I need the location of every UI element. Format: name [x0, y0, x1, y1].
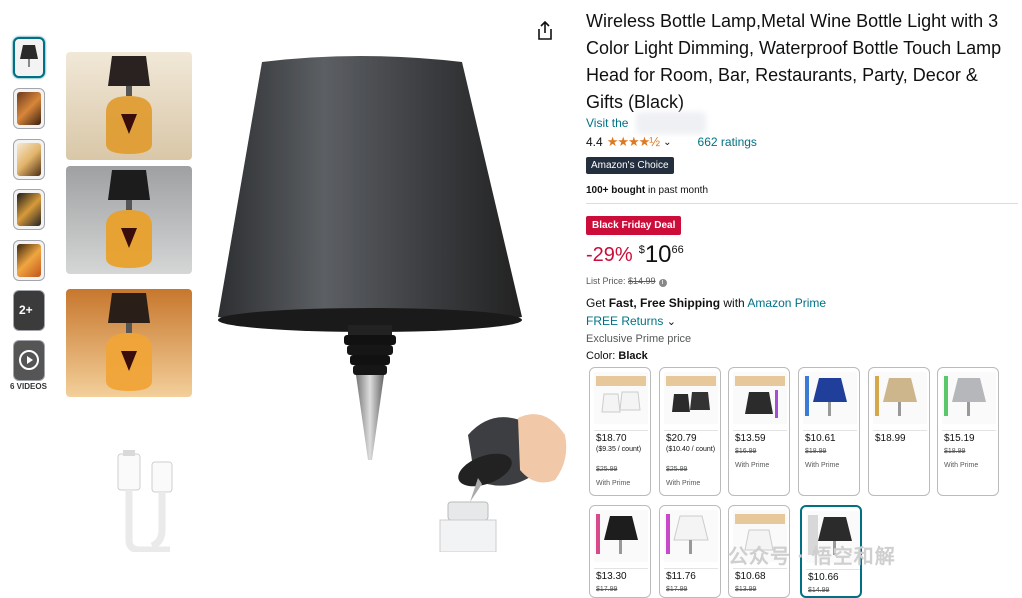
swatch-was-price: $18.99 — [805, 448, 827, 455]
shipping-line: Get Fast, Free Shipping with Amazon Prim… — [586, 296, 826, 310]
swatch-price: $13.30 — [596, 571, 627, 582]
swatch-was-price: $17.99 — [596, 586, 618, 593]
swatch-price: $10.61 — [805, 433, 836, 444]
usb-cable-image — [100, 450, 190, 554]
discount-percent: -29% — [586, 244, 633, 266]
variant-image-amber[interactable] — [66, 289, 192, 397]
list-price-label: List Price: — [586, 276, 629, 286]
share-icon[interactable] — [536, 20, 554, 41]
color-swatch-3[interactable]: $13.59 $16.99 With Prime — [728, 367, 790, 496]
swatch-price: $13.59 — [735, 433, 766, 444]
swatch-image — [664, 510, 718, 562]
color-swatch-2[interactable]: $20.79 ($10.40 / count) $25.99 With Prim… — [659, 367, 721, 496]
color-swatch-6[interactable]: $15.19 $18.99 With Prime — [937, 367, 999, 496]
swatch-prime: With Prime — [596, 480, 631, 487]
color-swatch-7[interactable]: $13.30 $17.99 — [589, 505, 651, 598]
price-fraction: 66 — [671, 244, 684, 256]
rating-row: 4.4 ★★★★½ ⌄ 662 ratings — [586, 134, 757, 150]
price-row: -29% $ 10 66 — [586, 242, 684, 268]
list-price-value: $14.99 — [628, 276, 656, 286]
swatch-image — [594, 510, 648, 562]
chevron-down-icon[interactable]: ⌄ — [663, 137, 671, 148]
ship-with: with — [720, 296, 748, 310]
swatch-prime: With Prime — [805, 462, 840, 469]
color-label: Color: — [586, 350, 619, 362]
swatch-was-price: $25.99 — [596, 466, 618, 473]
swatch-unit-price: ($9.35 / count) — [596, 446, 642, 453]
color-value: Black — [618, 350, 648, 362]
thumbnail-image-1[interactable] — [13, 37, 45, 78]
free-returns-link[interactable]: FREE Returns ⌄ — [586, 314, 676, 328]
swatch-prime: With Prime — [735, 462, 770, 469]
swatch-price: $10.66 — [808, 572, 839, 583]
rating-value: 4.4 — [586, 135, 603, 149]
videos-label: 6 VIDEOS — [10, 382, 47, 391]
variant-image-warm[interactable] — [66, 52, 192, 160]
swatch-was-price: $13.99 — [735, 586, 757, 593]
swatch-price: $18.70 — [596, 433, 627, 444]
bought-rest: in past month — [645, 185, 708, 196]
thumbnail-image-4[interactable] — [13, 189, 45, 230]
visit-store-link[interactable]: Visit the — [586, 116, 628, 130]
thumbnail-more[interactable]: 2+ — [13, 290, 45, 331]
swatch-image — [733, 372, 787, 424]
divider — [586, 203, 1018, 204]
watermark-text: 公众号 · 悟空和解 — [728, 546, 896, 568]
product-title: Wireless Bottle Lamp,Metal Wine Bottle L… — [586, 11, 1002, 112]
swatch-price: $20.79 — [666, 433, 697, 444]
chevron-down-icon: ⌄ — [666, 316, 676, 328]
free-returns-label: FREE Returns — [586, 314, 664, 328]
info-icon[interactable]: i — [658, 279, 667, 287]
amazons-choice-badge: Amazon's Choice — [586, 157, 674, 174]
swatch-image — [664, 372, 718, 424]
color-swatch-4[interactable]: $10.61 $18.99 With Prime — [798, 367, 860, 496]
variant-image-white[interactable] — [66, 166, 192, 274]
ship-bold: Fast, Free Shipping — [608, 296, 721, 310]
deal-badge: Black Friday Deal — [586, 216, 682, 235]
swatch-was-price: $25.99 — [666, 466, 688, 473]
color-swatch-1[interactable]: $18.70 ($9.35 / count) $25.99 With Prime — [589, 367, 651, 496]
swatch-price: $11.76 — [666, 571, 696, 582]
swatch-was-price: $18.99 — [944, 448, 966, 455]
swatch-unit-price: ($10.40 / count) — [666, 446, 716, 453]
exclusive-prime-price: Exclusive Prime price — [586, 333, 692, 345]
list-price: List Price: $14.99 i — [586, 276, 667, 287]
color-swatch-5[interactable]: $18.99 — [868, 367, 930, 496]
blurred-store-name — [636, 112, 706, 134]
swatch-price: $10.68 — [735, 571, 766, 582]
amazon-prime-link[interactable]: Amazon Prime — [747, 296, 826, 310]
thumbnail-image-2[interactable] — [13, 88, 45, 129]
swatch-image — [594, 372, 648, 424]
swatch-was-price: $16.99 — [735, 448, 757, 455]
thumbnail-image-3[interactable] — [13, 139, 45, 180]
bought-in-past-month: 100+ bought in past month — [586, 185, 708, 196]
more-count: 2+ — [19, 303, 33, 317]
swatch-was-price: $14.99 — [808, 587, 830, 594]
thumbnail-image-5[interactable] — [13, 240, 45, 281]
swatch-was-price: $17.99 — [666, 586, 688, 593]
swatch-price: $15.19 — [944, 433, 975, 444]
price-whole: 10 — [644, 241, 672, 268]
swatch-prime: With Prime — [944, 462, 979, 469]
swatch-price: $18.99 — [875, 433, 906, 444]
main-product-image[interactable] — [121, 40, 570, 555]
swatch-prime: With Prime — [666, 480, 701, 487]
star-rating-icon[interactable]: ★★★★½ — [607, 134, 660, 150]
color-swatch-8[interactable]: $11.76 $17.99 — [659, 505, 721, 598]
bought-count: 100+ bought — [586, 185, 646, 196]
swatch-image — [942, 372, 996, 424]
swatch-image — [803, 372, 857, 424]
thumbnail-video[interactable] — [13, 340, 45, 381]
ratings-count-link[interactable]: 662 ratings — [698, 135, 757, 149]
swatch-image — [873, 372, 927, 424]
play-icon — [19, 350, 39, 370]
ship-get: Get — [586, 296, 609, 310]
color-selection: Color: Black — [586, 350, 648, 362]
